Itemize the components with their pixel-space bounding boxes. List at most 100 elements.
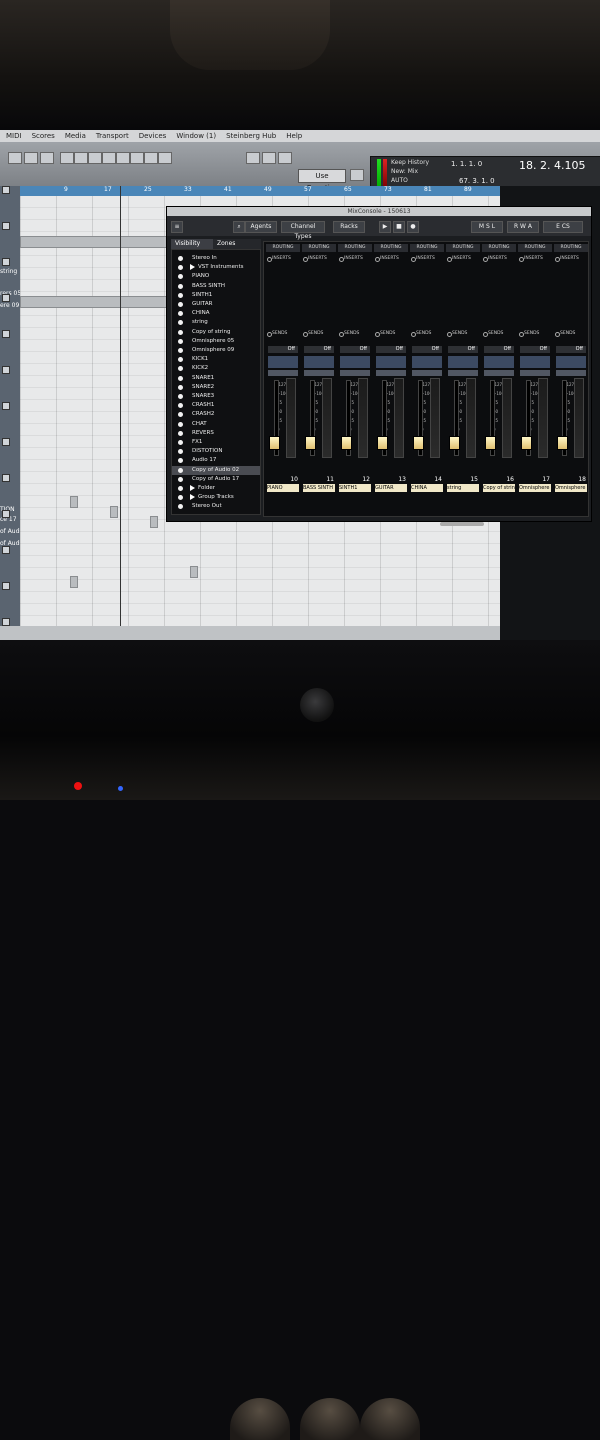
channel-name[interactable]: PIANO xyxy=(267,484,299,492)
automation-off-button[interactable]: Off xyxy=(520,346,550,353)
channel-name[interactable]: string xyxy=(447,484,479,492)
fader-handle[interactable] xyxy=(341,436,352,450)
sends-button[interactable]: SENDS xyxy=(518,330,552,338)
channel-name[interactable]: Omnisphere 0 xyxy=(519,484,551,492)
fader-handle[interactable] xyxy=(485,436,496,450)
visibility-toggle[interactable] xyxy=(178,274,183,280)
menu-item[interactable]: Media xyxy=(65,132,86,140)
inserts-button[interactable]: INSERTS xyxy=(410,255,444,263)
track-mute-button[interactable] xyxy=(2,510,10,518)
midi-part[interactable] xyxy=(20,236,172,248)
routing-button[interactable]: ROUTING xyxy=(374,244,408,252)
sends-button[interactable]: SENDS xyxy=(374,330,408,338)
visibility-item[interactable]: CHINA xyxy=(172,309,260,318)
folder-expand-icon[interactable] xyxy=(190,494,195,501)
channel-name[interactable]: GUITAR xyxy=(375,484,407,492)
menu-item[interactable]: Window (1) xyxy=(176,132,216,140)
visibility-toggle[interactable] xyxy=(178,265,183,271)
visibility-item[interactable]: string xyxy=(172,318,260,327)
visibility-item[interactable]: CHAT xyxy=(172,420,260,429)
channel-types-button[interactable]: Channel Types xyxy=(281,221,325,240)
visibility-toggle[interactable] xyxy=(178,458,183,464)
visibility-toggle[interactable] xyxy=(178,449,183,455)
visibility-item[interactable]: PIANO xyxy=(172,272,260,281)
fader-handle[interactable] xyxy=(305,436,316,450)
visibility-item[interactable]: BASS SINTH xyxy=(172,282,260,291)
stop-button[interactable] xyxy=(8,152,22,164)
visibility-item[interactable]: Omnisphere 09 xyxy=(172,346,260,355)
auto-label[interactable]: AUTO xyxy=(391,177,408,184)
play-icon[interactable]: ▶ xyxy=(379,221,391,233)
visibility-item[interactable]: SNARE3 xyxy=(172,392,260,401)
visibility-toggle[interactable] xyxy=(178,302,183,307)
channel-name[interactable]: BASS SINTH xyxy=(303,484,335,492)
midi-part[interactable] xyxy=(110,506,118,518)
sends-button[interactable]: SENDS xyxy=(338,330,372,338)
visibility-toggle[interactable] xyxy=(178,495,183,501)
track-mute-button[interactable] xyxy=(2,618,10,626)
channel-name[interactable]: Omnisphere 0 xyxy=(555,484,587,492)
mute-solo-global-buttons[interactable]: M S L xyxy=(471,221,503,233)
window-layout-icon[interactable]: ≡ xyxy=(171,221,183,233)
midi-part[interactable] xyxy=(70,496,78,508)
inserts-button[interactable]: INSERTS xyxy=(338,255,372,263)
fader-handle[interactable] xyxy=(449,436,460,450)
fader-handle[interactable] xyxy=(377,436,388,450)
edit-buttons[interactable]: E CS xyxy=(543,221,583,233)
visibility-item[interactable]: FX1 xyxy=(172,438,260,447)
visibility-toggle[interactable] xyxy=(178,357,183,363)
visibility-toggle[interactable] xyxy=(178,283,183,289)
menu-item[interactable]: Help xyxy=(286,132,302,140)
read-write-buttons[interactable] xyxy=(520,370,550,376)
midi-part[interactable] xyxy=(70,576,78,588)
routing-button[interactable]: ROUTING xyxy=(482,244,516,252)
visibility-item[interactable]: SNARE2 xyxy=(172,383,260,392)
agents-button[interactable]: Agents xyxy=(245,221,277,233)
menu-item[interactable]: Transport xyxy=(96,132,129,140)
menu-item[interactable]: MIDI xyxy=(6,132,22,140)
channel-name[interactable]: Copy of string xyxy=(483,484,515,492)
read-write-buttons[interactable] xyxy=(448,370,478,376)
visibility-toggle[interactable] xyxy=(178,412,183,418)
tab-visibility[interactable]: Visibility xyxy=(171,239,215,249)
inserts-button[interactable]: INSERTS xyxy=(518,255,552,263)
read-write-buttons[interactable]: R W A xyxy=(507,221,539,233)
inserts-button[interactable]: INSERTS xyxy=(266,255,300,263)
menu-item[interactable]: Scores xyxy=(32,132,55,140)
read-write-buttons[interactable] xyxy=(304,370,334,376)
glue-tool-icon[interactable] xyxy=(102,152,116,164)
track-mute-button[interactable] xyxy=(2,294,10,302)
sends-button[interactable]: SENDS xyxy=(302,330,336,338)
track-mute-button[interactable] xyxy=(2,474,10,482)
read-write-buttons[interactable] xyxy=(412,370,442,376)
inserts-button[interactable]: INSERTS xyxy=(446,255,480,263)
routing-button[interactable]: ROUTING xyxy=(266,244,300,252)
read-write-buttons[interactable] xyxy=(484,370,514,376)
read-write-buttons[interactable] xyxy=(340,370,370,376)
select-tool-icon[interactable] xyxy=(60,152,74,164)
snap-icon[interactable] xyxy=(246,152,260,164)
visibility-toggle[interactable] xyxy=(178,384,183,390)
folder-expand-icon[interactable] xyxy=(190,485,195,491)
track-mute-button[interactable] xyxy=(2,582,10,590)
track-header[interactable]: of Audio 02 xyxy=(0,528,20,540)
routing-button[interactable]: ROUTING xyxy=(554,244,588,252)
inserts-button[interactable]: INSERTS xyxy=(482,255,516,263)
routing-button[interactable]: ROUTING xyxy=(446,244,480,252)
keep-history-label[interactable]: Keep History xyxy=(391,159,429,166)
track-header[interactable]: string xyxy=(0,268,20,280)
inserts-button[interactable]: INSERTS xyxy=(374,255,408,263)
read-write-buttons[interactable] xyxy=(556,370,586,376)
track-mute-button[interactable] xyxy=(2,222,10,230)
visibility-toggle[interactable] xyxy=(178,403,183,409)
visibility-item[interactable]: KICK2 xyxy=(172,364,260,373)
record-icon[interactable]: ● xyxy=(407,221,419,233)
zoom-tool-icon[interactable] xyxy=(130,152,144,164)
mute-solo-buttons[interactable] xyxy=(448,356,478,368)
visibility-toggle[interactable] xyxy=(178,486,183,491)
visibility-toggle[interactable] xyxy=(178,338,183,344)
visibility-toggle[interactable] xyxy=(178,375,183,381)
mute-tool-icon[interactable] xyxy=(144,152,158,164)
visibility-toggle[interactable] xyxy=(178,311,183,317)
track-mute-button[interactable] xyxy=(2,330,10,338)
